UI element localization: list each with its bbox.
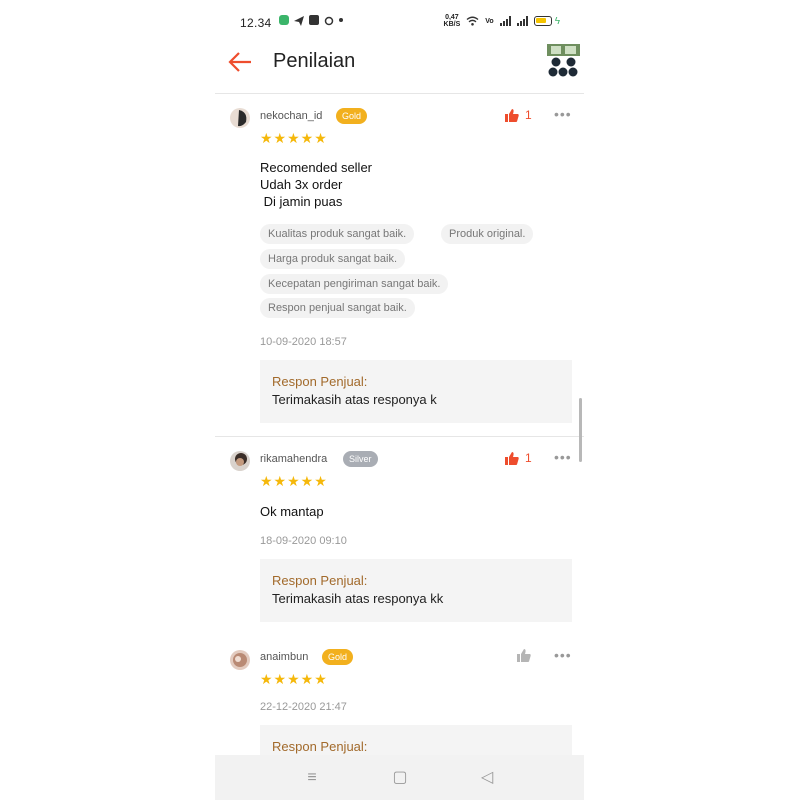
review-date: 22-12-2020 21:47 — [260, 701, 347, 713]
thumbs-up-icon — [505, 108, 519, 122]
menu-icon[interactable]: ≡ — [301, 767, 323, 789]
back-icon[interactable]: ◁ — [476, 767, 498, 789]
review-tag: Produk original. — [441, 224, 534, 244]
scrollbar[interactable] — [579, 398, 582, 462]
member-badge: Gold — [336, 108, 368, 124]
seller-response-label: Respon Penjual: — [272, 374, 368, 389]
battery-icon — [533, 16, 552, 26]
charging-icon: ϟ — [554, 15, 560, 27]
like-count: 1 — [525, 108, 532, 122]
avatar[interactable] — [230, 451, 250, 471]
status-bar: 12.34 0,47 KB/S Vo ϟ — [215, 0, 584, 44]
more-options-icon[interactable]: ••• — [554, 647, 572, 663]
thumbs-up-icon — [505, 451, 519, 465]
review-tag: Kecepatan pengiriman sangat baik. — [260, 274, 449, 294]
app-header: Penilaian — [215, 40, 584, 94]
review-date: 18-09-2020 09:10 — [260, 535, 347, 547]
seller-response-text: Terimakasih atas responya kk — [272, 591, 444, 606]
star-rating: ★★★★★ — [260, 130, 328, 146]
more-notifications-dot — [339, 18, 343, 22]
avatar[interactable] — [230, 108, 250, 128]
reviewer-username[interactable]: nekochan_id — [260, 110, 322, 122]
seller-response: Respon Penjual: Terimakasih atas respony… — [260, 559, 572, 622]
telegram-icon — [294, 15, 304, 26]
product-thumbnail[interactable] — [547, 44, 580, 78]
system-nav-bar: ≡ ▢ ◁ — [215, 755, 584, 800]
page-title: Penilaian — [273, 50, 356, 72]
signal-icon-2 — [516, 16, 528, 26]
review-comment: Recomended seller Udah 3x order Di jamin… — [260, 160, 373, 209]
seller-response: Respon Penjual: Terimakasih atas respony… — [260, 360, 572, 423]
notification-icons — [279, 15, 343, 26]
app-notification-icon — [279, 15, 289, 25]
review-tag: Respon penjual sangat baik. — [260, 298, 415, 318]
like-button[interactable]: 1 — [505, 108, 532, 122]
avatar[interactable] — [230, 650, 250, 670]
more-options-icon[interactable]: ••• — [554, 106, 572, 122]
review-comment: Ok mantap — [260, 504, 324, 519]
more-options-icon[interactable]: ••• — [554, 449, 572, 465]
member-badge: Gold — [322, 649, 354, 665]
star-rating: ★★★★★ — [260, 473, 328, 489]
review-divider — [215, 436, 584, 437]
like-button[interactable] — [517, 649, 531, 662]
thumbs-up-icon — [517, 649, 531, 662]
status-time: 12.34 — [240, 16, 272, 30]
arrow-left-icon[interactable] — [227, 50, 253, 74]
like-button[interactable]: 1 — [505, 451, 532, 465]
seller-response-label: Respon Penjual: — [272, 739, 368, 754]
seller-response-label: Respon Penjual: — [272, 573, 368, 588]
app-icon — [309, 15, 319, 25]
review-date: 10-09-2020 18:57 — [260, 336, 347, 348]
reviewer-username[interactable]: anaimbun — [260, 651, 308, 663]
volte-icon: Vo — [485, 17, 494, 25]
member-badge: Silver — [343, 451, 378, 467]
signal-icon-1 — [499, 16, 511, 26]
phone-screen: 12.34 0,47 KB/S Vo ϟ Penilaian nekochan_… — [215, 0, 584, 800]
star-rating: ★★★★★ — [260, 671, 328, 687]
wifi-icon — [466, 16, 479, 26]
reviewer-username[interactable]: rikamahendra — [260, 453, 327, 465]
recycle-icon — [324, 15, 334, 26]
seller-response-text: Terimakasih atas responya k — [272, 392, 437, 407]
like-count: 1 — [525, 451, 532, 465]
home-icon[interactable]: ▢ — [389, 767, 411, 789]
net-speed: 0,47 KB/S — [443, 14, 461, 28]
status-right: 0,47 KB/S Vo ϟ — [444, 14, 560, 28]
review-tag: Harga produk sangat baik. — [260, 249, 406, 269]
review-tag: Kualitas produk sangat baik. — [260, 224, 415, 244]
